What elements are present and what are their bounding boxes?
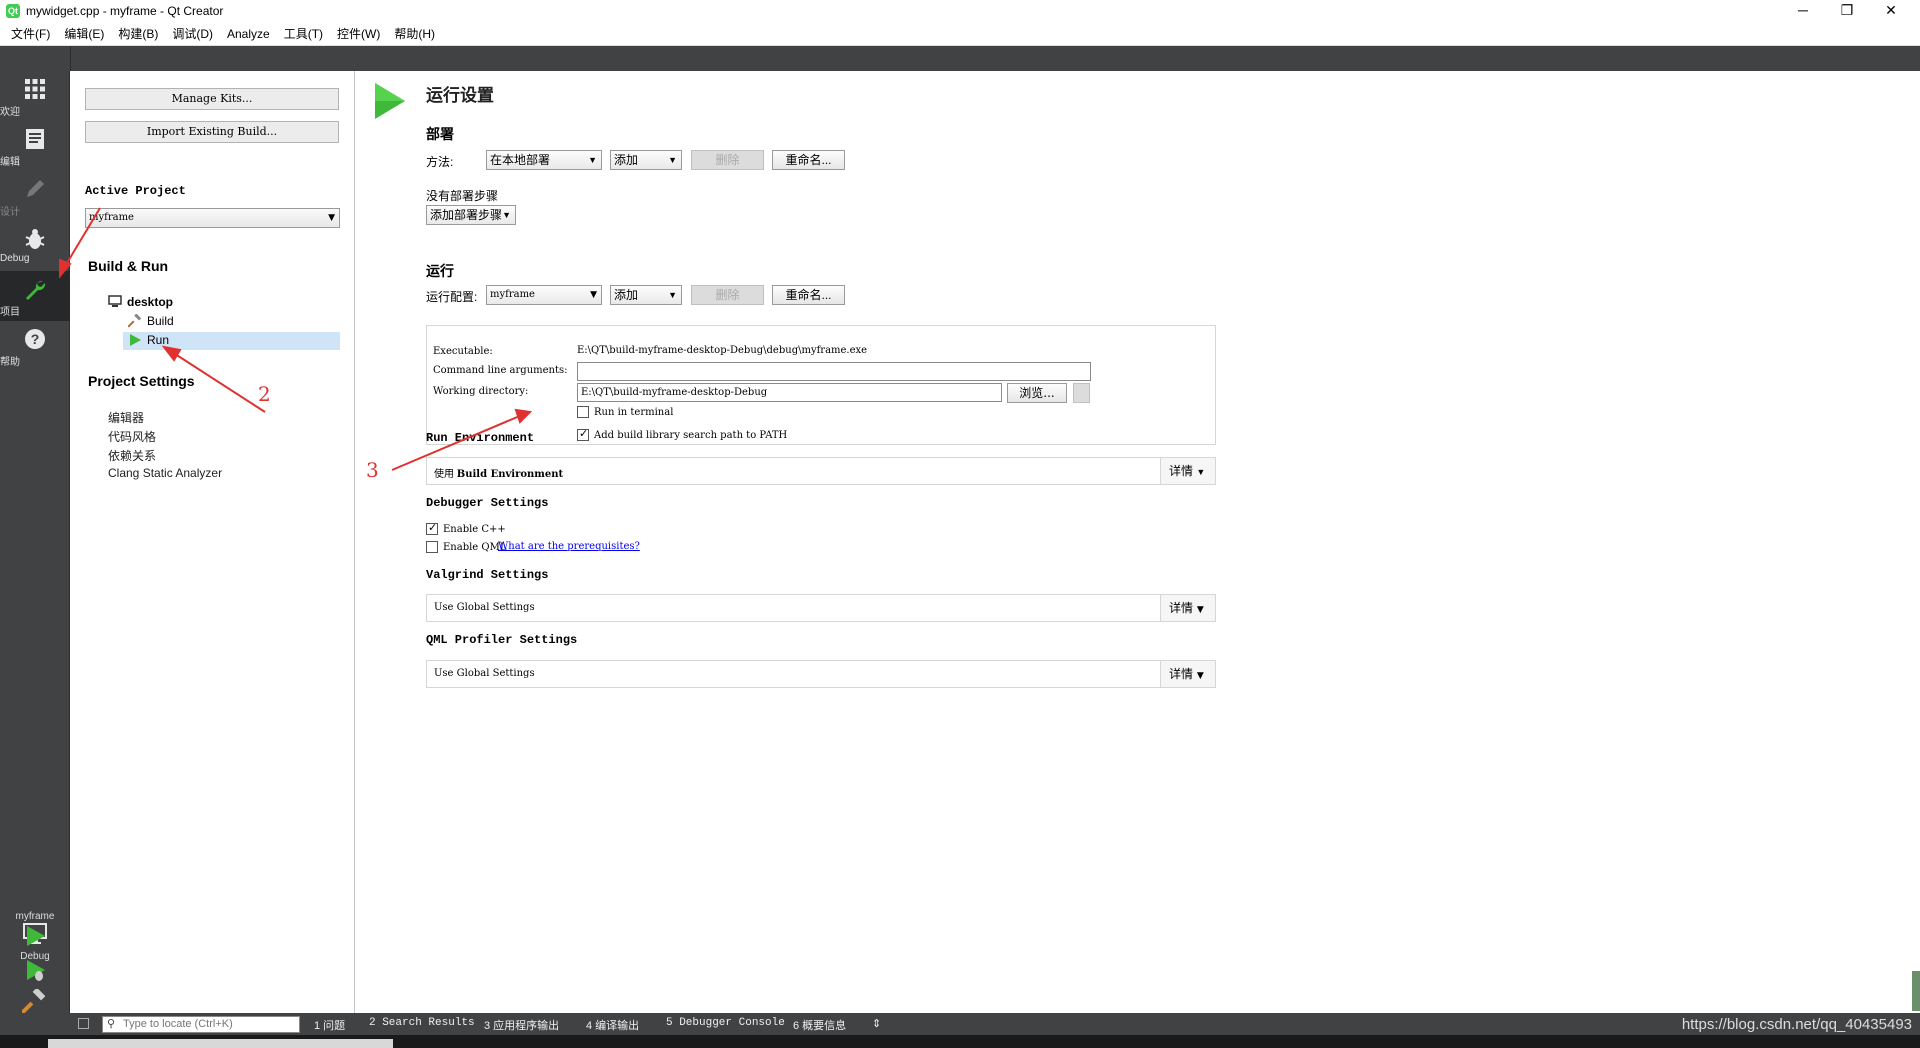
search-icon: ⚲ bbox=[107, 1018, 116, 1030]
pane-general-messages[interactable]: 6 概要信息 bbox=[793, 1017, 846, 1033]
pane-search-results[interactable]: 2 Search Results bbox=[369, 1017, 475, 1029]
status-bar: ⚲ Type to locate (Ctrl+K) 1 问题 2 Search … bbox=[0, 1013, 1920, 1035]
pane-app-output[interactable]: 3 应用程序输出 bbox=[484, 1017, 559, 1033]
watermark: https://blog.csdn.net/qq_40435493 bbox=[1681, 1016, 1912, 1033]
pane-compile-output[interactable]: 4 编译输出 bbox=[586, 1017, 639, 1033]
locator-placeholder: Type to locate (Ctrl+K) bbox=[123, 1018, 233, 1030]
toggle-sidebar-icon[interactable] bbox=[78, 1018, 89, 1029]
taskbar-edge bbox=[0, 1035, 1920, 1048]
pane-issues[interactable]: 1 问题 bbox=[314, 1017, 345, 1033]
locator-input[interactable]: ⚲ Type to locate (Ctrl+K) bbox=[102, 1016, 300, 1033]
more-panes-icon[interactable]: ⇕ bbox=[872, 1017, 881, 1030]
annotation-3: 3 bbox=[366, 458, 379, 482]
pane-debugger-console[interactable]: 5 Debugger Console bbox=[666, 1017, 785, 1029]
annotation-2: 2 bbox=[258, 382, 271, 406]
annotation-arrows bbox=[59, 207, 533, 471]
